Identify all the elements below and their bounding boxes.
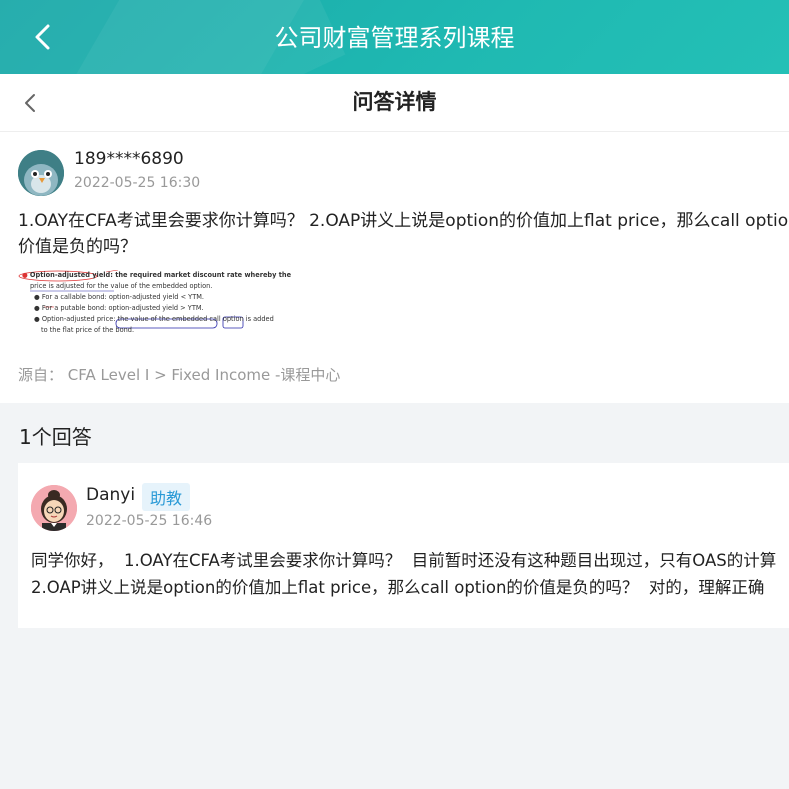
question-source-link[interactable]: 源自： CFA Level I > Fixed Income -课程中心 bbox=[18, 364, 340, 385]
question-text: 1.OAY在CFA考试里会要求你计算吗？ 2.OAP讲义上说是option的价值… bbox=[18, 208, 789, 260]
answer-card: Danyi 助教 2022-05-25 16:46 同学你好， 1.OAY在CF… bbox=[18, 463, 789, 628]
question-timestamp: 2022-05-25 16:30 bbox=[74, 175, 201, 191]
attachment-text-line: to the flat price of the bond. bbox=[41, 326, 135, 334]
answer-text-line: 同学你好， 1.OAY在CFA考试里会要求你计算吗？ 目前暂时还没有这种题目出现… bbox=[31, 551, 777, 570]
page-title: 问答详情 bbox=[352, 90, 437, 114]
attachment-text-line: ● For a callable bond: option-adjusted y… bbox=[34, 293, 205, 301]
attachment-text-line: ● For a putable bond: option-adjusted yi… bbox=[34, 304, 204, 312]
attachment-text-line: ● Option-adjusted yield: the required ma… bbox=[22, 271, 292, 279]
answer-count: 1个回答 bbox=[19, 425, 92, 449]
answer-timestamp: 2022-05-25 16:46 bbox=[86, 513, 213, 529]
question-attachment-image[interactable]: ● Option-adjusted yield: the required ma… bbox=[18, 270, 291, 342]
role-badge: 助教 bbox=[142, 483, 191, 511]
app-title: 公司财富管理系列课程 bbox=[274, 24, 515, 52]
question-text-line: 价值是负的吗？ bbox=[18, 237, 137, 257]
app-bar: 公司财富管理系列课程 bbox=[0, 0, 789, 74]
bird-avatar-icon bbox=[18, 150, 64, 196]
question-text-line: 1.OAY在CFA考试里会要求你计算吗？ 2.OAP讲义上说是option的价值… bbox=[18, 211, 789, 231]
attachment-text-line: ● Option-adjusted price: the value of th… bbox=[34, 315, 274, 323]
avatar[interactable] bbox=[31, 485, 77, 531]
answer-text: 同学你好， 1.OAY在CFA考试里会要求你计算吗？ 目前暂时还没有这种题目出现… bbox=[31, 547, 789, 601]
avatar[interactable] bbox=[18, 150, 64, 196]
sub-header: 问答详情 bbox=[0, 74, 789, 132]
answer-user-name: Danyi bbox=[86, 485, 136, 505]
question-card: 189****6890 2022-05-25 16:30 1.OAY在CFA考试… bbox=[0, 132, 789, 403]
question-user-name: 189****6890 bbox=[74, 149, 184, 169]
answer-text-line: 2.OAP讲义上说是option的价值加上flat price，那么call o… bbox=[31, 578, 765, 597]
attachment-text-line: price is adjusted for the value of the e… bbox=[30, 282, 213, 290]
teacher-avatar-icon bbox=[31, 485, 77, 531]
